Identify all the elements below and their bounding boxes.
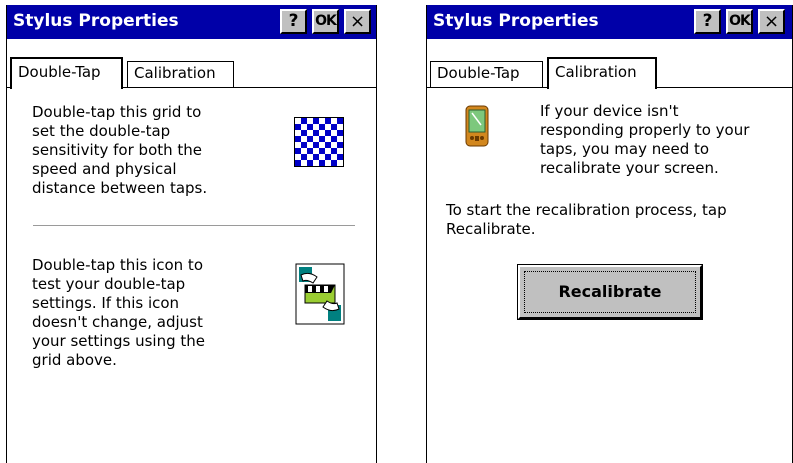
text-line: If your device isn't [540,102,679,120]
text-line: Recalibrate. [446,220,536,238]
tab-strip: Double-Tap Calibration [427,57,792,89]
close-button[interactable]: × [344,9,371,34]
help-button[interactable]: ? [694,9,721,34]
text-line: To start the recalibration process, tap [446,201,727,219]
tab-double-tap[interactable]: Double-Tap [10,57,123,89]
section-divider [33,225,355,226]
text-line: speed and physical [32,160,177,178]
window-title: Stylus Properties [433,11,599,31]
text-line: your settings using the [32,332,205,350]
tab-calibration[interactable]: Calibration [547,57,657,89]
tab-double-tap[interactable]: Double-Tap [430,61,543,87]
text-line: distance between taps. [32,179,208,197]
text-line: settings. If this icon [32,294,180,312]
calibration-description: If your device isn't responding properly… [540,102,749,178]
grid-instructions: Double-tap this grid to set the double-t… [32,103,207,198]
help-button[interactable]: ? [280,9,307,34]
tab-label: Double-Tap [437,64,520,82]
text-line: Double-tap this grid to [32,103,202,121]
icon-instructions: Double-tap this icon to test your double… [32,256,205,370]
recalibrate-instructions: To start the recalibration process, tap … [446,201,727,239]
pda-device-icon [464,105,490,147]
text-line: grid above. [32,351,117,369]
ok-button[interactable]: OK [726,9,753,34]
clapperboard-test-icon[interactable] [295,263,345,325]
recalibrate-button[interactable]: Recalibrate [517,264,703,320]
tab-strip: Double-Tap Calibration [7,57,376,89]
text-line: taps, you may need to [540,140,710,158]
stylus-properties-window-calibration: Stylus Properties ? OK × Double-Tap Cali… [426,5,793,463]
title-bar: Stylus Properties ? OK × [427,5,792,39]
tab-label: Calibration [555,63,637,81]
double-tap-grid[interactable] [294,117,344,167]
recalibrate-label: Recalibrate [524,271,696,313]
text-line: Double-tap this icon to [32,256,203,274]
window-title: Stylus Properties [13,11,179,31]
text-line: doesn't change, adjust [32,313,203,331]
text-line: sensitivity for both the [32,141,203,159]
tab-calibration[interactable]: Calibration [127,61,234,87]
tab-label: Calibration [134,64,216,82]
close-button[interactable]: × [758,9,785,34]
text-line: recalibrate your screen. [540,159,719,177]
text-line: responding properly to your [540,121,750,139]
tab-label: Double-Tap [18,63,101,81]
text-line: set the double-tap [32,122,171,140]
text-line: test your double-tap [32,275,186,293]
ok-button[interactable]: OK [312,9,339,34]
stylus-properties-window-double-tap: Stylus Properties ? OK × Double-Tap Cali… [6,5,377,463]
title-bar: Stylus Properties ? OK × [7,5,376,39]
